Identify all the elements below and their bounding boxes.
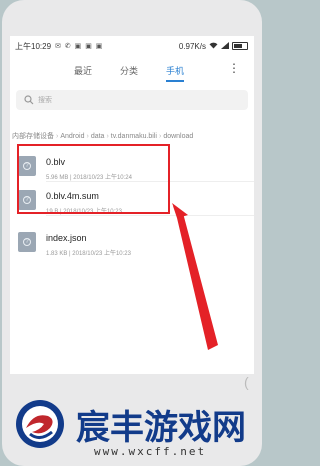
red-arrow bbox=[172, 203, 218, 350]
scroll-handle[interactable]: ( bbox=[244, 374, 249, 390]
brand-name: 宸丰游戏网 bbox=[76, 408, 246, 448]
brand-url: www.wxcff.net bbox=[94, 445, 207, 458]
dragon-logo-icon bbox=[16, 400, 64, 448]
